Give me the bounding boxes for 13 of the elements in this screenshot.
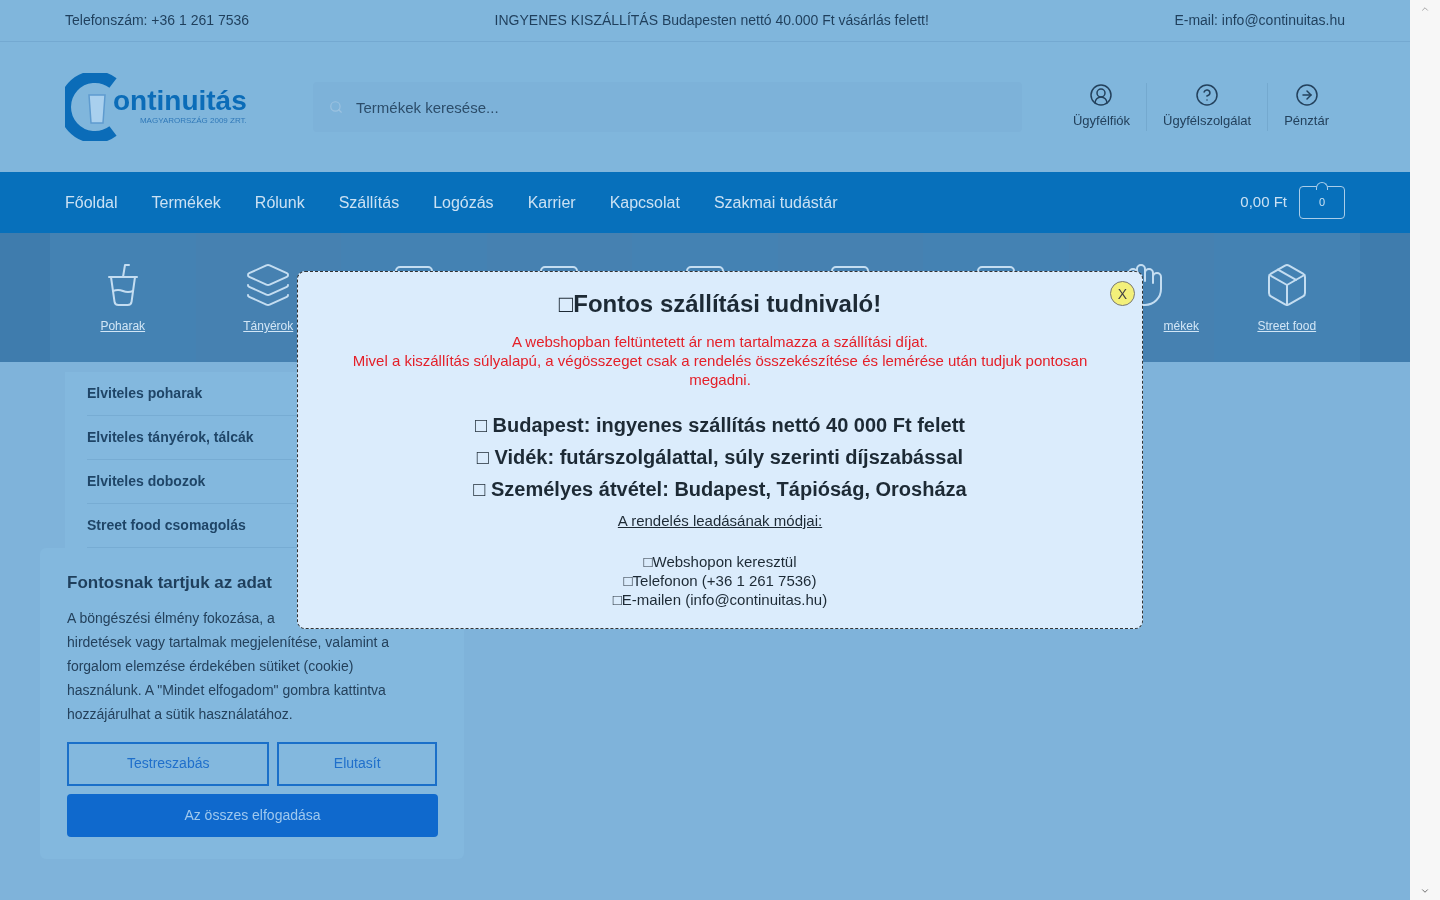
shipping-option: □ Személyes átvétel: Budapest, Tápióság, Orosháza	[473, 477, 967, 502]
order-methods: □Webshopon keresztül □Telefonon (+36 1 261 7536) □E-mailen (info@continuitas.hu)	[612, 551, 828, 609]
order-methods-heading: A rendelés leadásának módjai:	[617, 511, 823, 531]
email-address: E-mail: info@continuitas.hu	[1174, 11, 1345, 30]
logo-tagline: MAGYARORSZÁG 2009 ZRT.	[139, 115, 247, 127]
shipping-option: □ Vidék: futárszolgálattal, súly szerinti díjszabással	[473, 445, 967, 470]
cookie-text: A böngészési élmény fokozása, a hirdetések vagy tartalmak megjelenítése, valamint a forgalom elemzése érdekében sütiket (cookie) használunk. A "Mindet elfogadom" gombra kattintva hozzájárulhat a sütik használatához.	[67, 608, 391, 724]
shipping-option: □ Budapest: ingyenes szállítás nettó 40 000 Ft felett	[473, 413, 967, 438]
phone-number: Telefonszám: +36 1 261 7536	[65, 11, 250, 30]
logo-wordmark: ontinuitás	[113, 87, 247, 115]
modal-title: □Fontos szállítási tudnivaló!	[558, 289, 882, 319]
cookie-title: Fontosnak tartjuk az adat	[67, 572, 273, 594]
shipping-promo: INGYENES KISZÁLLÍTÁS Budapesten nettó 40.000 Ft vásárlás felett!	[494, 11, 929, 30]
